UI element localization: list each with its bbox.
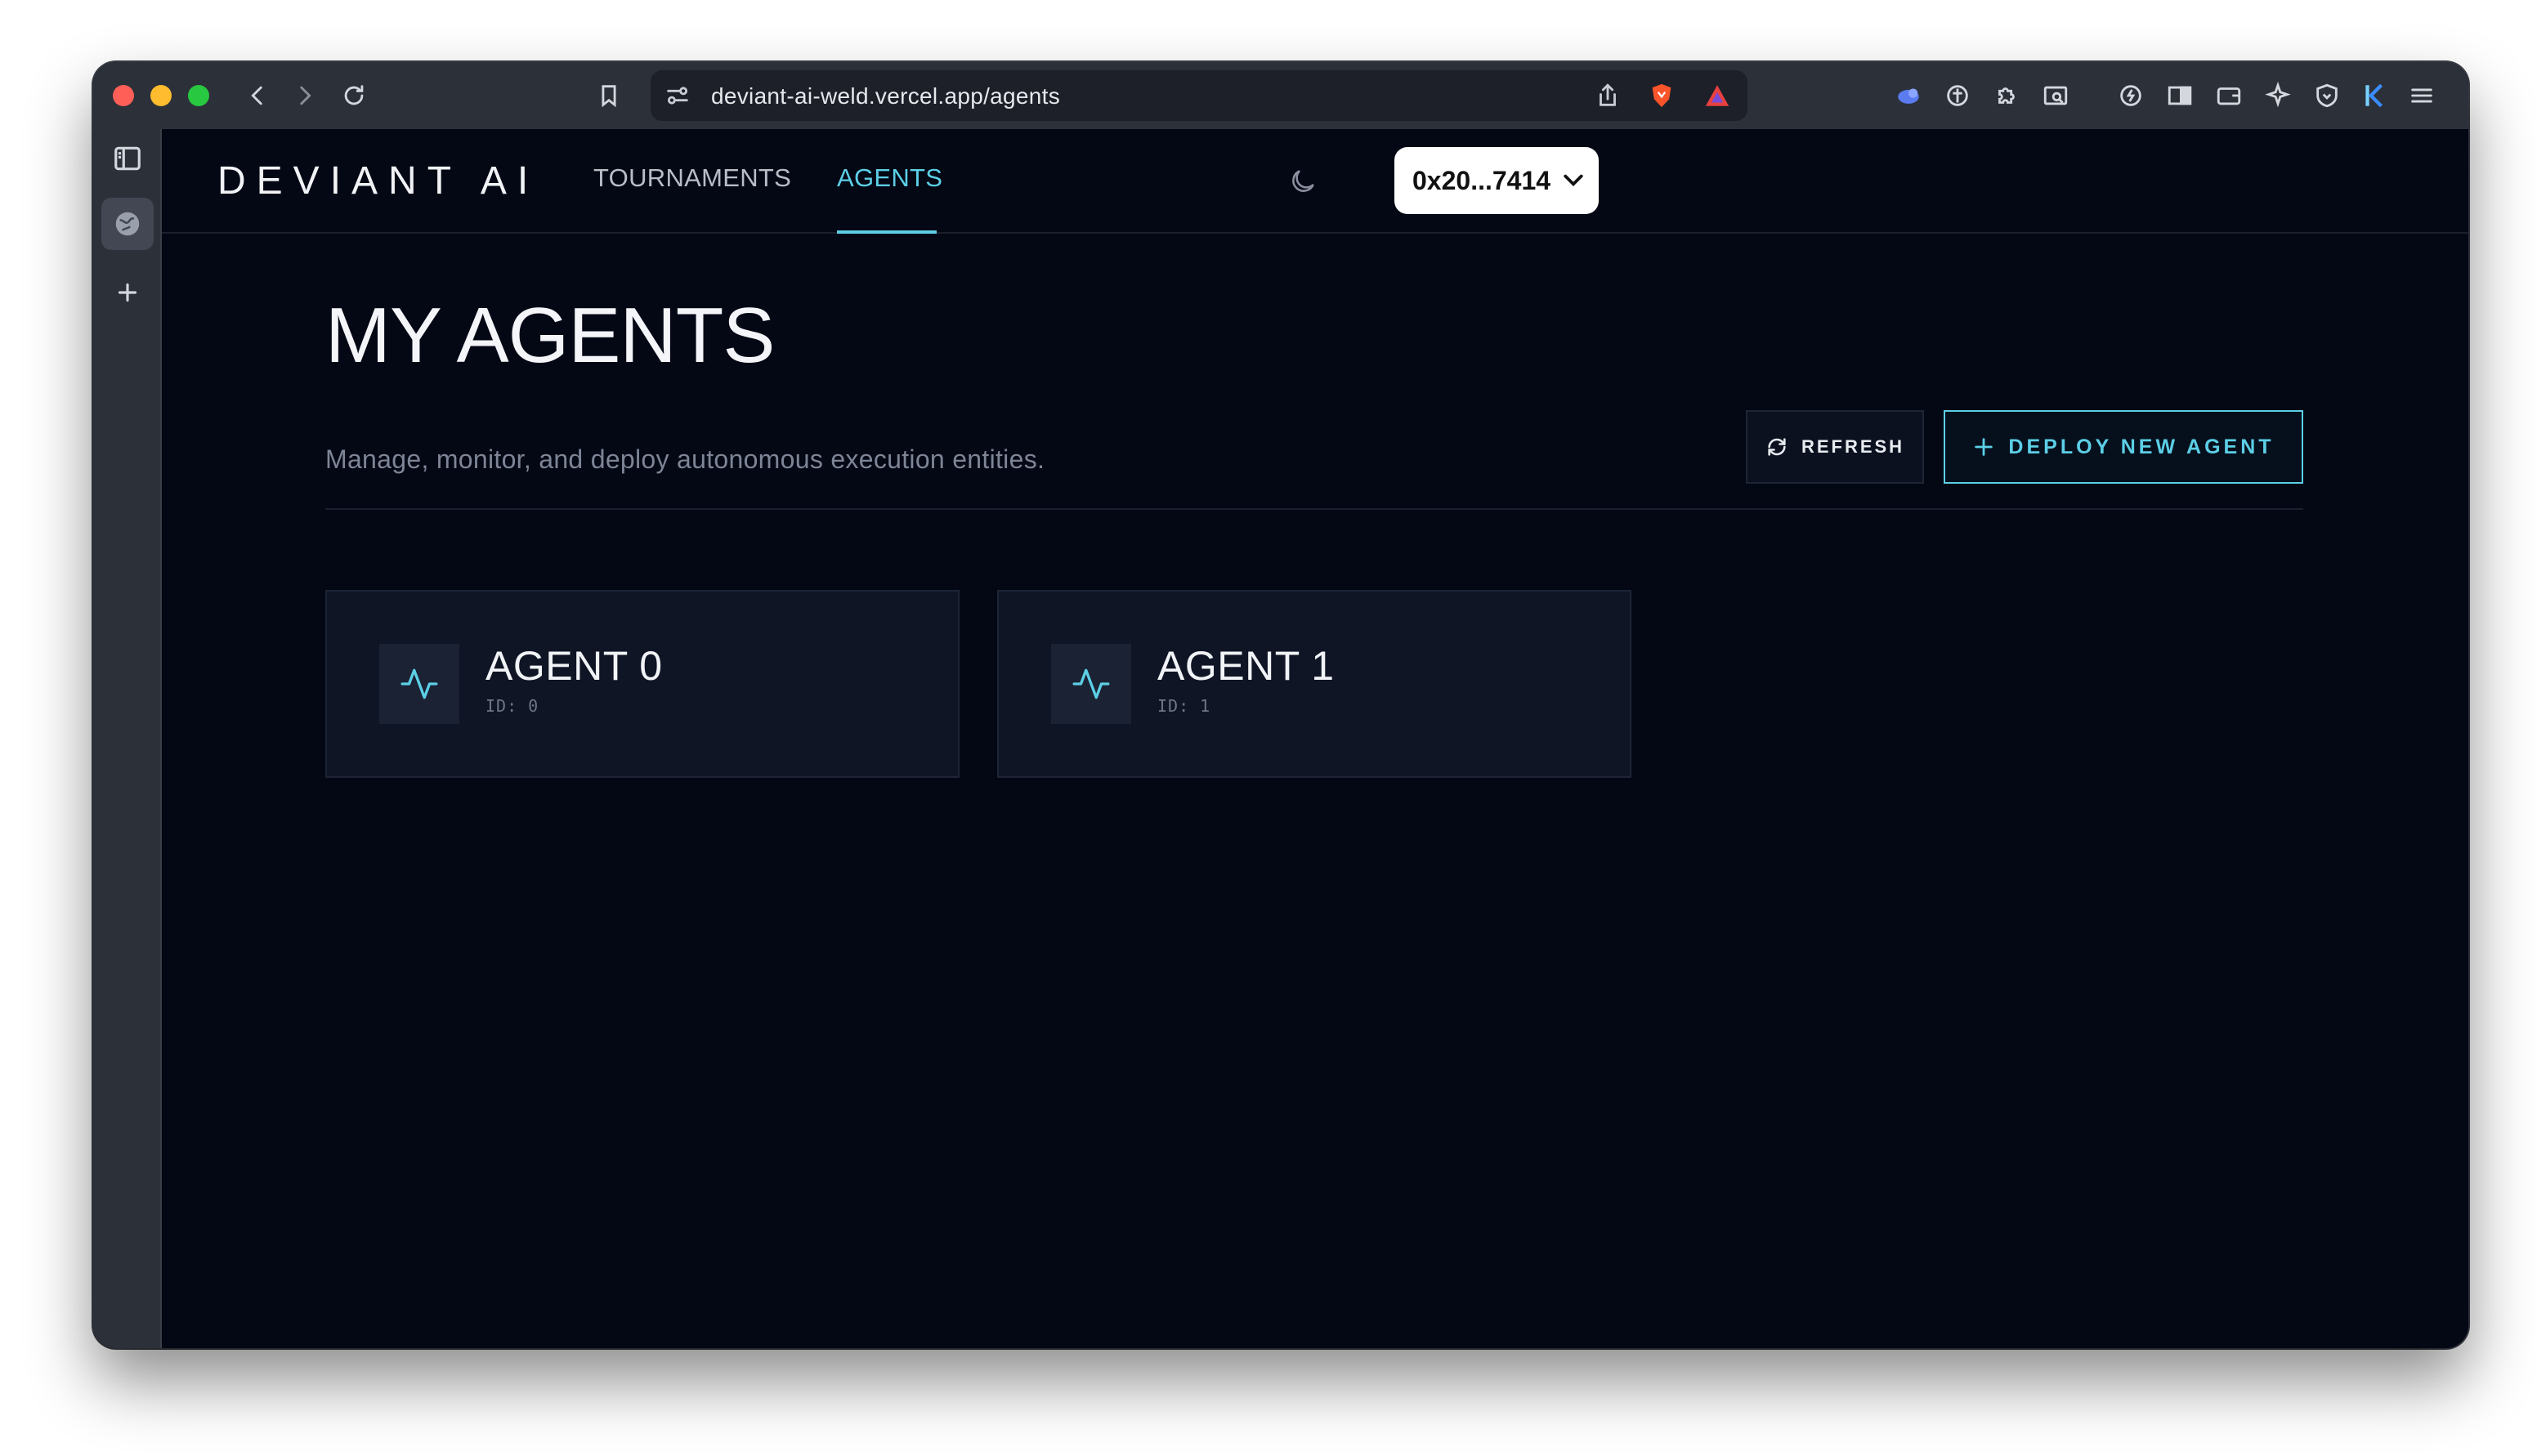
deploy-new-agent-button[interactable]: DEPLOY NEW AGENT — [1944, 410, 2303, 484]
nav-agents[interactable]: AGENTS — [837, 163, 942, 193]
refresh-label: REFRESH — [1801, 436, 1905, 457]
agent-card[interactable]: AGENT 0 ID: 0 — [325, 590, 960, 778]
page-title: MY AGENTS — [325, 292, 775, 379]
globe-tab-icon[interactable] — [101, 198, 154, 250]
extension-k-icon[interactable] — [2359, 80, 2390, 111]
browser-sidebar — [93, 129, 162, 1348]
back-icon[interactable] — [242, 80, 273, 111]
agent-card[interactable]: AGENT 1 ID: 1 — [997, 590, 1631, 778]
menu-icon[interactable] — [2406, 80, 2437, 111]
plus-icon — [1975, 438, 1993, 456]
theme-toggle-moon-icon[interactable] — [1282, 160, 1324, 203]
browser-window: deviant-ai-weld.vercel.app/agents DEVIAN… — [93, 62, 2468, 1348]
extension-wallet-icon[interactable] — [1893, 80, 1924, 111]
site-settings-icon[interactable] — [662, 80, 693, 111]
agent-name: AGENT 1 — [1157, 643, 1335, 689]
vpn-shield-icon[interactable] — [2311, 80, 2342, 111]
extensions-puzzle-icon[interactable] — [1991, 80, 2022, 111]
wallet-button[interactable]: 0x20...7414 — [1394, 147, 1599, 214]
wallet-address: 0x20...7414 — [1412, 165, 1551, 195]
brave-rewards-icon[interactable] — [1702, 80, 1733, 111]
agent-name: AGENT 0 — [485, 643, 663, 689]
brave-shields-icon[interactable] — [1646, 80, 1677, 111]
refresh-icon — [1768, 438, 1786, 456]
reload-icon[interactable] — [338, 80, 369, 111]
close-window-button[interactable] — [113, 85, 134, 106]
active-tab-indicator — [837, 230, 937, 234]
page-subtitle: Manage, monitor, and deploy autonomous e… — [325, 444, 1045, 474]
reader-mode-icon[interactable] — [2040, 80, 2071, 111]
top-navigation: DEVIANT AI TOURNAMENTS AGENTS 0x20...741… — [162, 129, 2468, 234]
activity-pulse-icon — [379, 644, 459, 724]
minimize-window-button[interactable] — [150, 85, 172, 106]
maximize-window-button[interactable] — [188, 85, 209, 106]
leo-ai-icon[interactable] — [2115, 80, 2146, 111]
app-content: DEVIANT AI TOURNAMENTS AGENTS 0x20...741… — [162, 129, 2468, 1348]
wallet-icon[interactable] — [2213, 80, 2244, 111]
activity-pulse-icon — [1051, 644, 1131, 724]
new-tab-icon[interactable] — [101, 266, 154, 319]
agent-id: ID: 0 — [485, 696, 539, 716]
refresh-button[interactable]: REFRESH — [1746, 410, 1924, 484]
forward-icon[interactable] — [289, 80, 320, 111]
bookmark-icon[interactable] — [593, 80, 624, 111]
sidebar-toggle-icon[interactable] — [2164, 80, 2195, 111]
extension-head-icon[interactable] — [1942, 80, 1973, 111]
chevron-down-icon — [1564, 174, 1583, 187]
url-text: deviant-ai-weld.vercel.app/agents — [711, 83, 1061, 109]
nav-tournaments[interactable]: TOURNAMENTS — [593, 163, 791, 193]
agent-id: ID: 1 — [1157, 696, 1211, 716]
header-divider — [325, 508, 2303, 510]
sparkle-icon[interactable] — [2262, 80, 2293, 111]
logo[interactable]: DEVIANT AI — [217, 159, 539, 203]
sidebar-panel-icon[interactable] — [101, 132, 154, 185]
window-controls — [113, 85, 209, 106]
address-bar[interactable]: deviant-ai-weld.vercel.app/agents — [651, 70, 1747, 121]
share-icon[interactable] — [1592, 80, 1623, 111]
deploy-label: DEPLOY NEW AGENT — [2008, 435, 2275, 458]
browser-toolbar: deviant-ai-weld.vercel.app/agents — [93, 62, 2468, 129]
